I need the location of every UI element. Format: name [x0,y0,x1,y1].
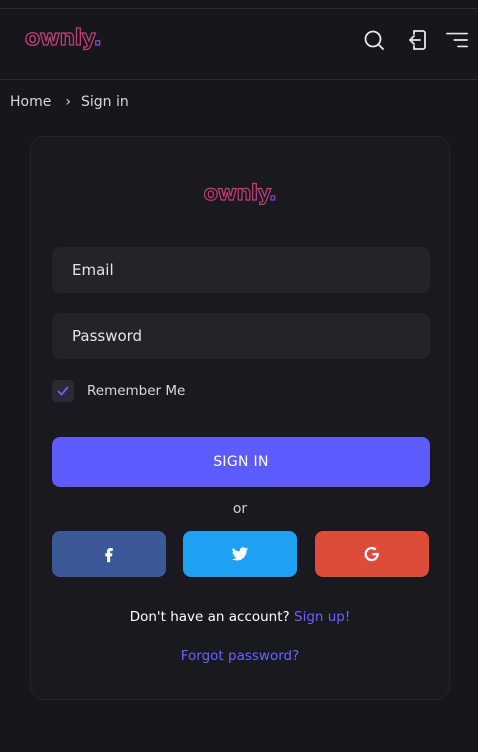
brand-logo-dot: . [93,25,103,51]
forgot-password-link[interactable]: Forgot password? [31,648,449,664]
card-logo: ownly. [31,180,449,205]
email-input[interactable] [52,247,430,293]
signin-card: ownly. Remember Me SIGN IN or Don't have… [30,136,450,700]
search-icon[interactable] [362,28,386,52]
signup-prompt: Don't have an account? Sign up! [31,609,449,625]
twitter-icon [231,547,249,561]
checkmark-icon[interactable] [52,380,74,402]
breadcrumb-home-link[interactable]: Home [10,94,51,110]
signin-button[interactable]: SIGN IN [52,437,430,487]
chevron-right-icon: › [65,94,71,110]
menu-icon[interactable] [445,28,471,52]
top-navbar: ownly. [0,8,478,80]
facebook-icon [105,548,113,563]
breadcrumb: Home › Sign in [10,92,129,112]
google-login-button[interactable] [315,531,429,577]
remember-me-label: Remember Me [87,383,186,399]
login-icon[interactable] [405,28,429,52]
signup-link[interactable]: Sign up! [294,609,350,625]
or-divider-text: or [232,501,248,517]
password-input[interactable] [52,313,430,359]
brand-logo[interactable]: ownly. [24,25,103,51]
signup-prompt-text: Don't have an account? [129,609,290,625]
brand-logo-text: ownly [24,25,94,51]
breadcrumb-current: Sign in [80,94,129,110]
card-logo-text: ownly [203,180,270,205]
facebook-login-button[interactable] [52,531,166,577]
twitter-login-button[interactable] [183,531,297,577]
google-icon [364,546,379,562]
remember-me-checkbox[interactable]: Remember Me [52,380,185,402]
card-logo-dot: . [268,180,277,205]
